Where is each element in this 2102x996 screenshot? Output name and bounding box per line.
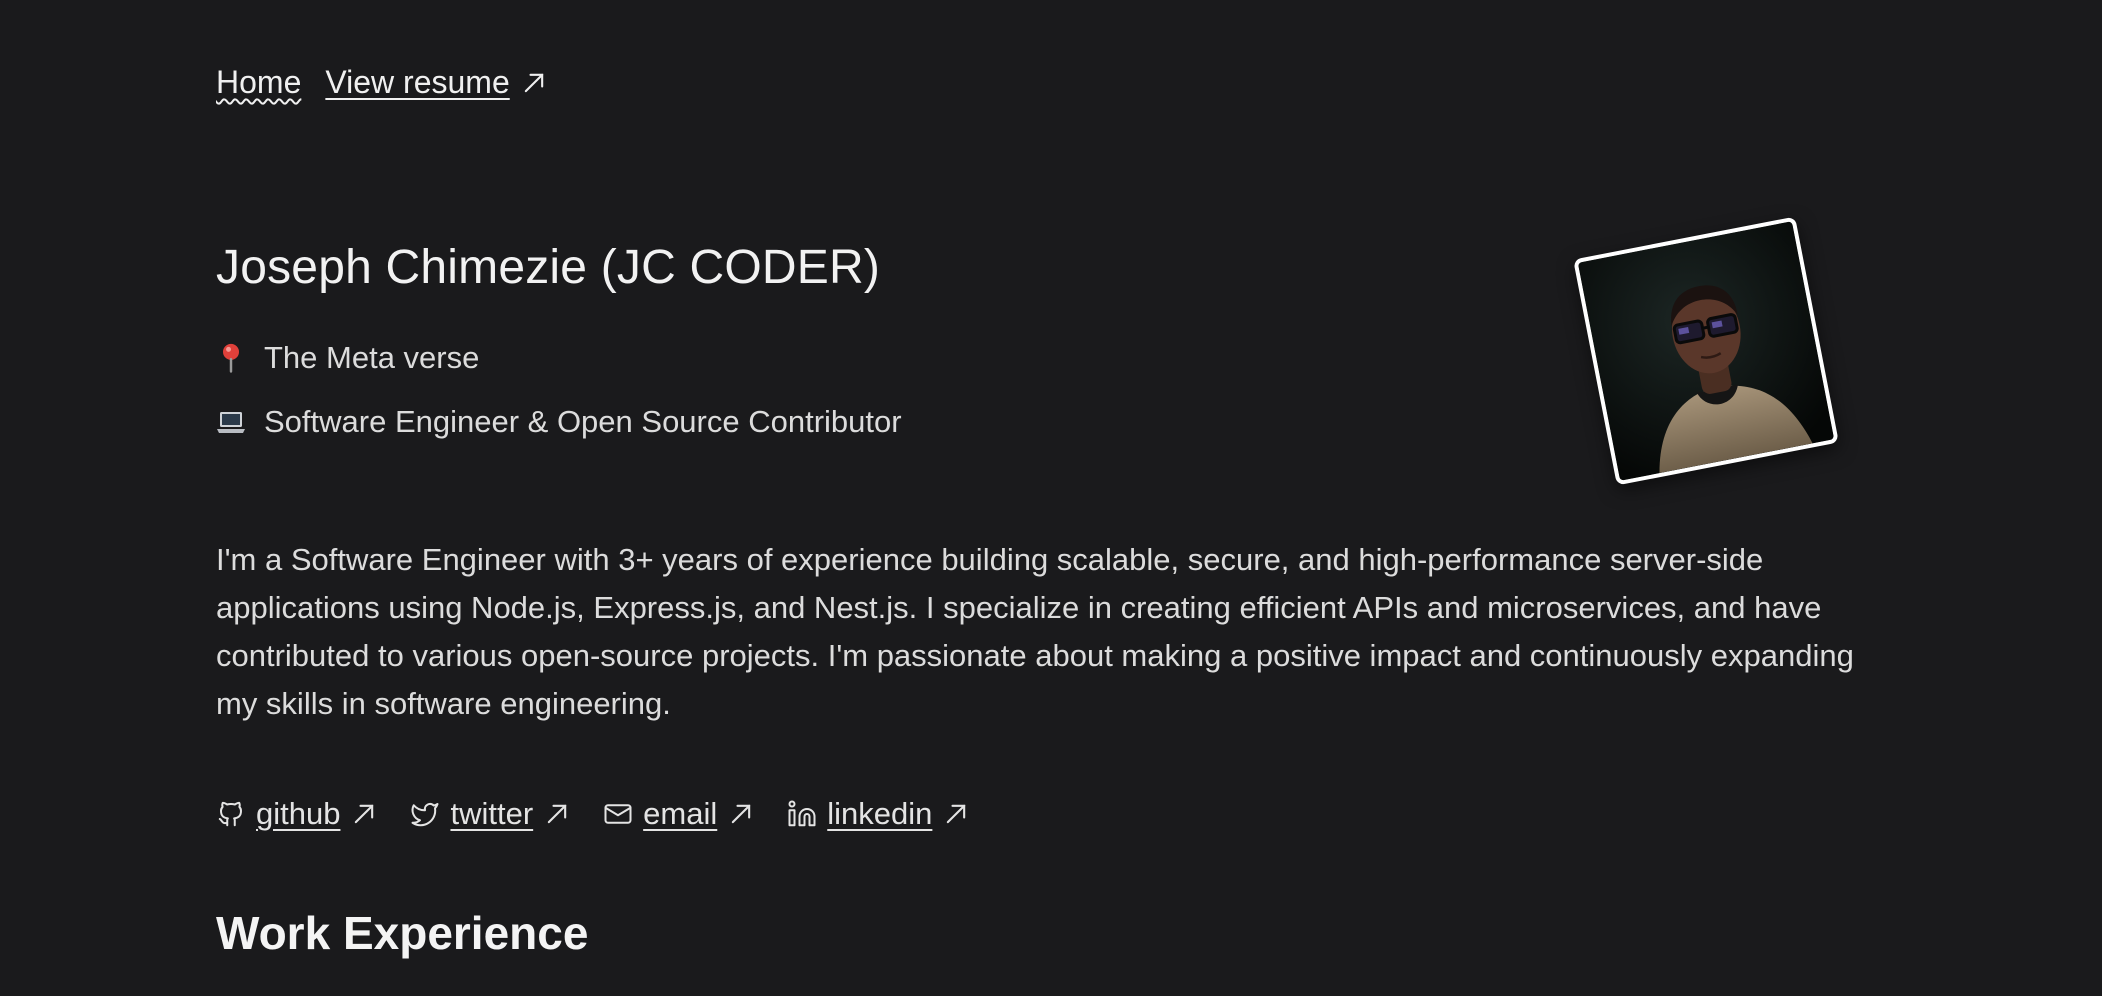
external-arrow-icon[interactable] (727, 800, 755, 828)
avatar (1573, 216, 1839, 486)
email-link[interactable]: email (643, 796, 717, 832)
external-arrow-icon[interactable] (520, 69, 548, 97)
home-link[interactable]: Home (216, 64, 301, 101)
resume-link-group: View resume (325, 64, 547, 101)
github-link[interactable]: github (256, 796, 340, 832)
twitter-icon[interactable] (410, 799, 440, 829)
view-resume-link[interactable]: View resume (325, 64, 509, 101)
bio-paragraph: I'm a Software Engineer with 3+ years of… (216, 542, 1854, 721)
twitter-link[interactable]: twitter (450, 796, 533, 832)
pin-icon (216, 342, 246, 374)
work-experience-heading: Work Experience (216, 907, 589, 959)
linkedin-icon[interactable] (787, 799, 817, 829)
portfolio-page: Home View resume Joseph Chimezie (JC COD… (0, 0, 2102, 996)
github-icon[interactable] (216, 799, 246, 829)
location-text: The Meta verse (264, 340, 480, 375)
top-nav: Home View resume (216, 64, 548, 101)
laptop-icon (216, 406, 246, 438)
role-row: Software Engineer & Open Source Contribu… (216, 404, 902, 440)
linkedin-link[interactable]: linkedin (827, 796, 932, 832)
external-arrow-icon[interactable] (942, 800, 970, 828)
social-links: github twitter email linkedin (216, 796, 970, 832)
mail-icon[interactable] (603, 799, 633, 829)
external-arrow-icon[interactable] (350, 800, 378, 828)
external-arrow-icon[interactable] (543, 800, 571, 828)
social-linkedin: linkedin (787, 796, 970, 832)
social-email: email (603, 796, 755, 832)
role-text: Software Engineer & Open Source Contribu… (264, 404, 902, 439)
profile-name: Joseph Chimezie (JC CODER) (216, 241, 881, 294)
location-row: The Meta verse (216, 340, 479, 376)
social-github: github (216, 796, 378, 832)
social-twitter: twitter (410, 796, 571, 832)
